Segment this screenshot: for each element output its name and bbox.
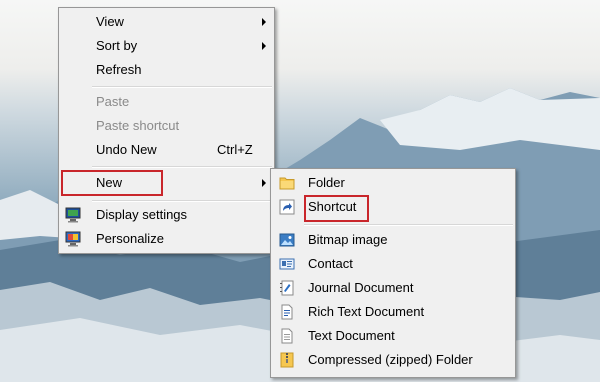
submenu-item-label: Bitmap image bbox=[308, 232, 388, 247]
submenu-item-text-document[interactable]: Text Document bbox=[271, 324, 515, 348]
menu-item-paste-shortcut[interactable]: Paste shortcut bbox=[59, 114, 274, 138]
menu-separator bbox=[304, 224, 513, 226]
submenu-item-label: Text Document bbox=[308, 328, 395, 343]
menu-item-label: Refresh bbox=[96, 62, 142, 77]
submenu-item-compressed-folder[interactable]: Compressed (zipped) Folder bbox=[271, 348, 515, 372]
submenu-item-folder[interactable]: Folder bbox=[271, 171, 515, 195]
display-settings-icon bbox=[65, 207, 81, 223]
menu-separator bbox=[92, 86, 272, 88]
submenu-item-label: Rich Text Document bbox=[308, 304, 425, 319]
submenu-item-journal-document[interactable]: Journal Document bbox=[271, 276, 515, 300]
menu-item-label: Personalize bbox=[96, 231, 164, 246]
menu-item-label: Undo New bbox=[96, 142, 157, 157]
submenu-item-label: Contact bbox=[308, 256, 353, 271]
folder-icon bbox=[279, 175, 295, 191]
menu-item-label: Display settings bbox=[96, 207, 188, 222]
submenu-arrow-icon bbox=[262, 179, 266, 187]
menu-item-refresh[interactable]: Refresh bbox=[59, 58, 274, 82]
menu-separator bbox=[92, 166, 272, 168]
submenu-item-label: Folder bbox=[308, 175, 345, 190]
menu-item-personalize[interactable]: Personalize bbox=[59, 227, 274, 251]
zip-folder-icon bbox=[279, 352, 295, 368]
submenu-item-label: Compressed (zipped) Folder bbox=[308, 352, 473, 367]
menu-item-paste[interactable]: Paste bbox=[59, 90, 274, 114]
submenu-item-bitmap-image[interactable]: Bitmap image bbox=[271, 228, 515, 252]
text-document-icon bbox=[279, 328, 295, 344]
submenu-item-contact[interactable]: Contact bbox=[271, 252, 515, 276]
submenu-item-label: Journal Document bbox=[308, 280, 414, 295]
rich-text-document-icon bbox=[279, 304, 295, 320]
menu-item-label: Paste bbox=[96, 94, 130, 109]
desktop-context-menu: View Sort by Refresh Paste Paste shortcu… bbox=[58, 7, 275, 254]
bitmap-image-icon bbox=[279, 232, 295, 248]
menu-item-label: Paste shortcut bbox=[96, 118, 180, 133]
menu-item-view[interactable]: View bbox=[59, 10, 274, 34]
contact-icon bbox=[279, 256, 295, 272]
menu-item-sort-by[interactable]: Sort by bbox=[59, 34, 274, 58]
submenu-arrow-icon bbox=[262, 42, 266, 50]
shortcut-icon bbox=[279, 199, 295, 215]
keyboard-shortcut: Ctrl+Z bbox=[217, 142, 253, 157]
menu-separator bbox=[92, 200, 272, 202]
shortcut-highlight-box bbox=[304, 195, 369, 222]
menu-item-undo-new[interactable]: Undo New Ctrl+Z bbox=[59, 138, 274, 162]
journal-document-icon bbox=[279, 280, 295, 296]
menu-item-display-settings[interactable]: Display settings bbox=[59, 203, 274, 227]
menu-item-label: View bbox=[96, 14, 124, 29]
submenu-item-rich-text-document[interactable]: Rich Text Document bbox=[271, 300, 515, 324]
submenu-arrow-icon bbox=[262, 18, 266, 26]
personalize-icon bbox=[65, 231, 81, 247]
new-submenu: Folder Shortcut Bitmap image Contact Jou… bbox=[270, 168, 516, 378]
menu-item-label: Sort by bbox=[96, 38, 138, 53]
new-highlight-box bbox=[61, 170, 163, 196]
